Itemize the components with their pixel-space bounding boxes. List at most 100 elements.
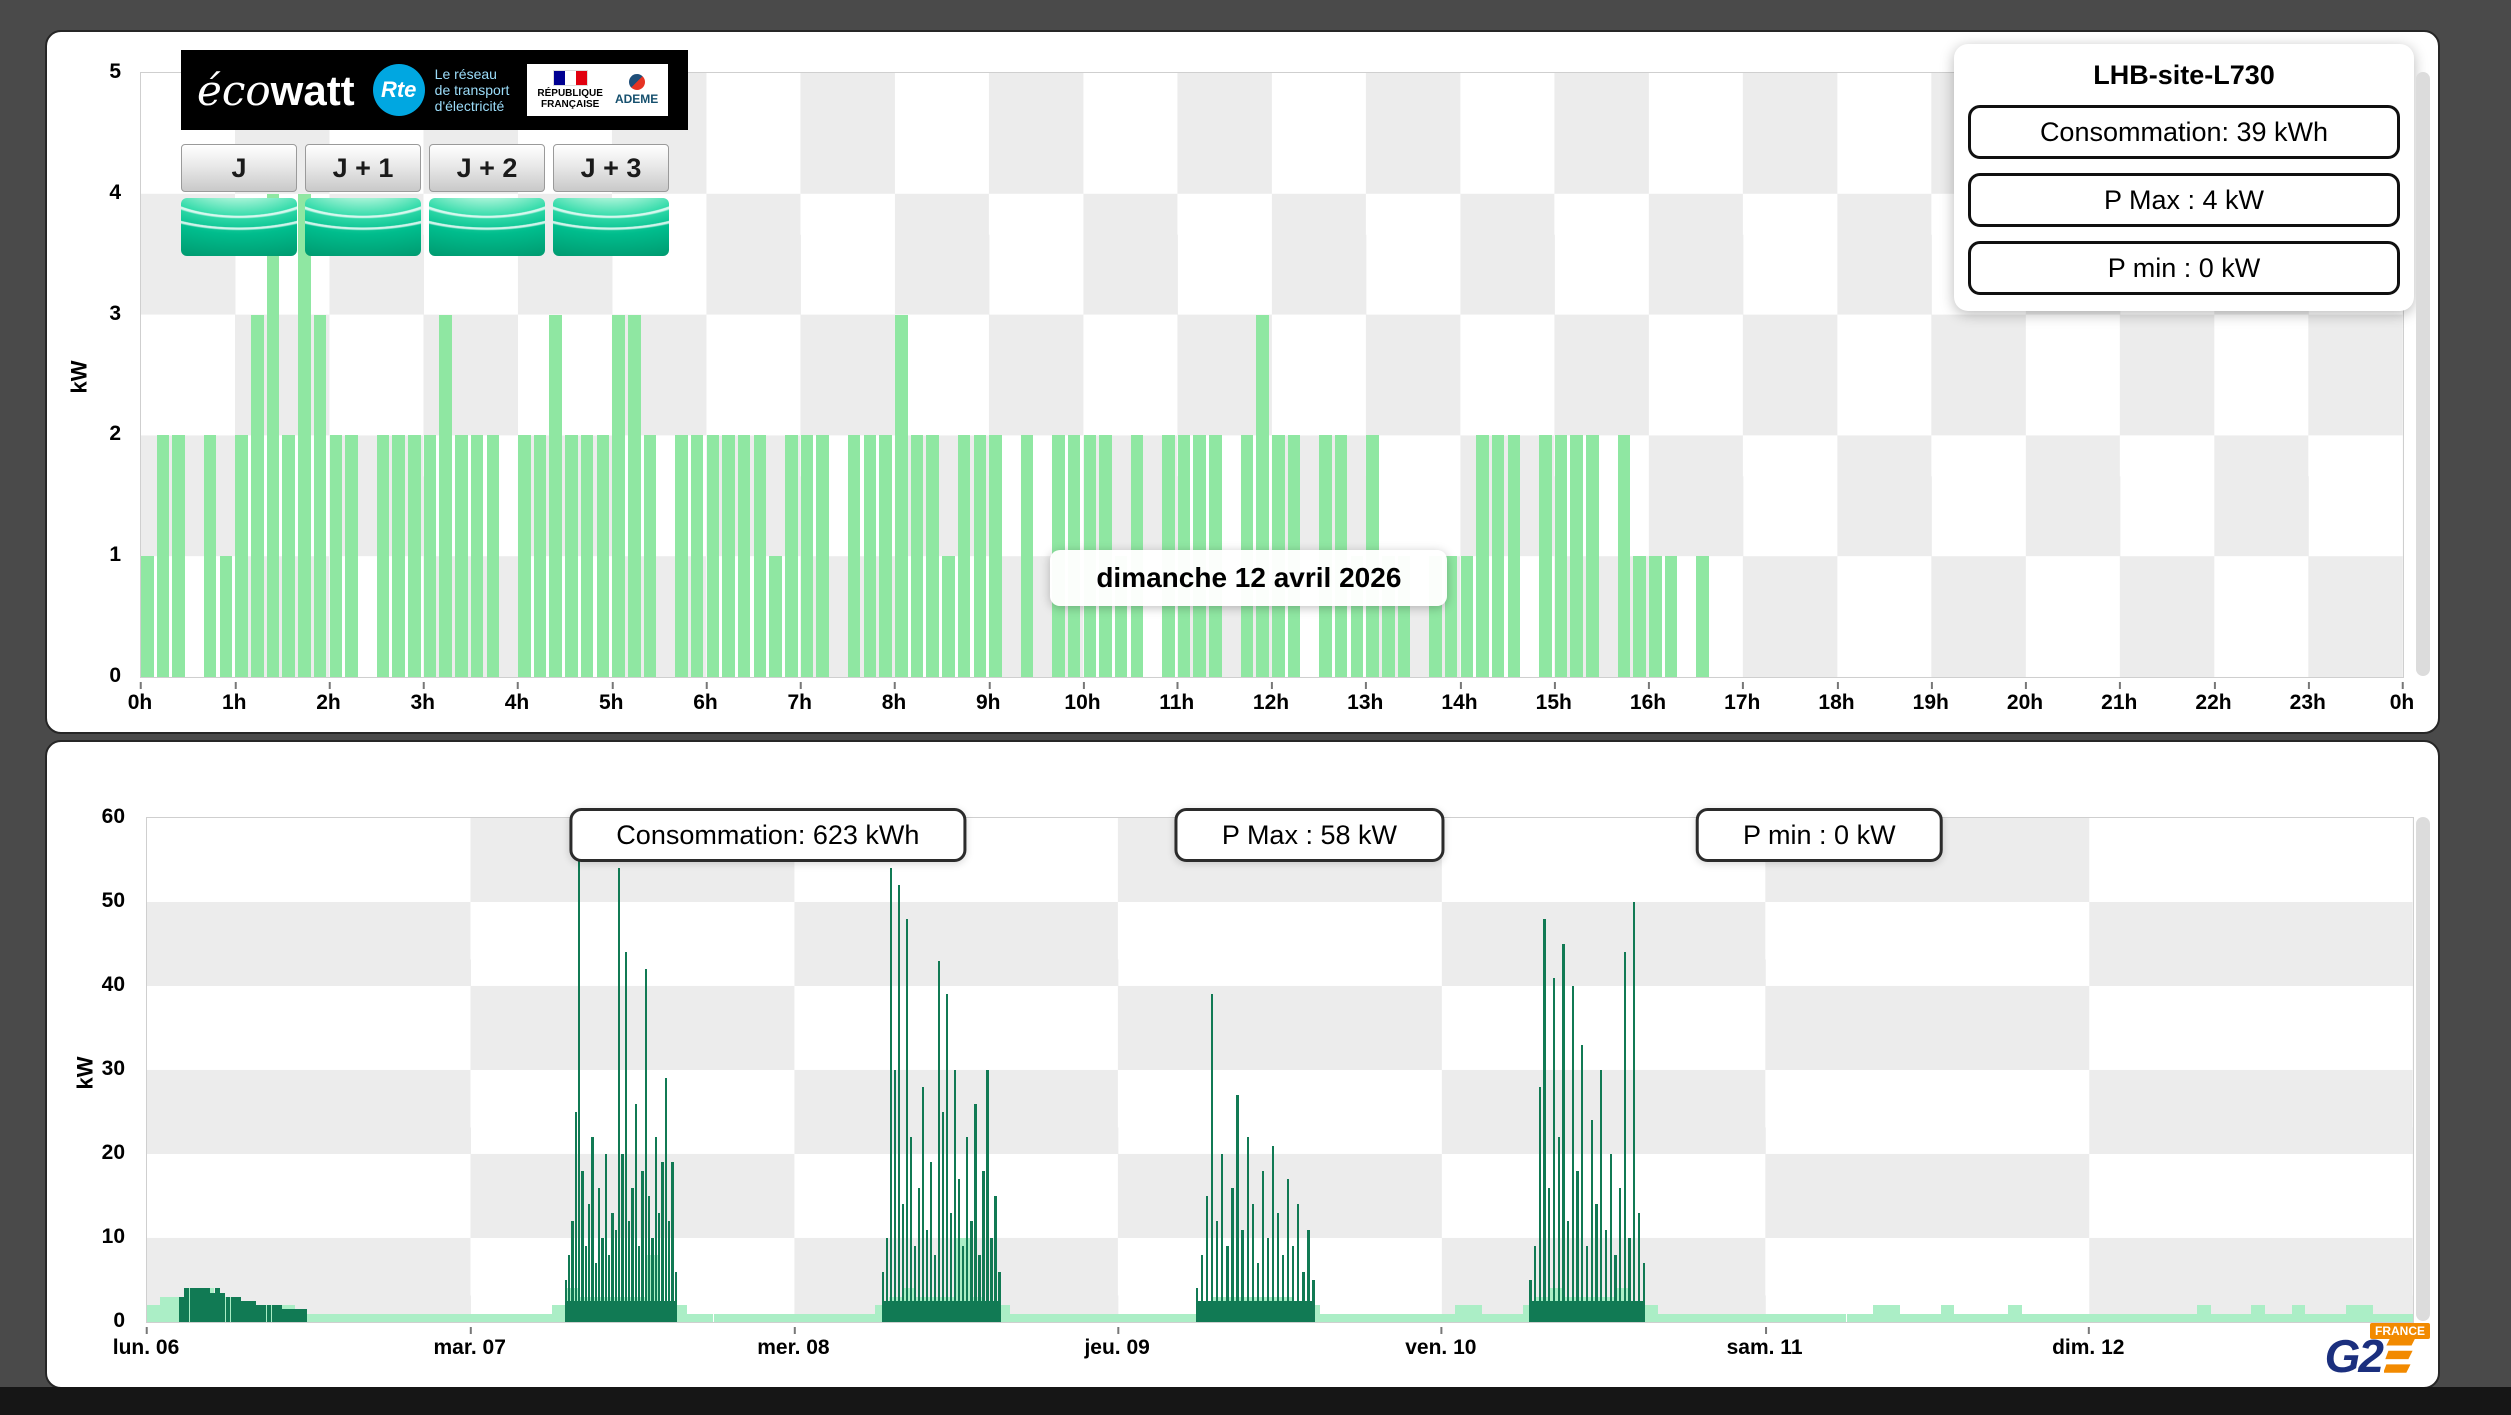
rte-logo-icon: Rte bbox=[372, 64, 425, 116]
tab-j3[interactable]: J + 3 bbox=[553, 144, 669, 256]
peak-bar bbox=[970, 1221, 973, 1322]
power-bar bbox=[713, 1313, 727, 1322]
power-bar bbox=[942, 556, 955, 677]
power-bar bbox=[1994, 1313, 2009, 1322]
ecowatt-forecast-tile-j[interactable] bbox=[181, 198, 297, 256]
power-bar bbox=[1765, 1313, 1780, 1322]
peak-bar bbox=[958, 1179, 961, 1322]
power-bar bbox=[753, 435, 767, 677]
peak-bar bbox=[594, 1263, 597, 1322]
power-bar bbox=[2075, 1313, 2090, 1322]
tab-j2-button[interactable]: J + 2 bbox=[429, 144, 545, 192]
power-bar bbox=[690, 435, 704, 677]
x-tick-label: 12h bbox=[1252, 682, 1290, 714]
power-bar bbox=[1455, 1305, 1469, 1322]
weekly-chart-plot[interactable]: Consommation: 623 kWh P Max : 58 kW P mi… bbox=[146, 808, 2414, 1323]
daily-chart-panel: kW dimanche 12 avril 2026 012345 0h 1h 2h 3… bbox=[45, 30, 2440, 734]
tab-j3-button[interactable]: J + 3 bbox=[553, 144, 669, 192]
ecowatt-forecast-tile-j2[interactable] bbox=[429, 198, 545, 256]
peak-bar bbox=[302, 1309, 308, 1322]
power-bar bbox=[1954, 1313, 1968, 1322]
power-bar bbox=[2143, 1313, 2157, 1322]
ecowatt-forecast-tile-j1[interactable] bbox=[305, 198, 421, 256]
power-bar bbox=[861, 1313, 876, 1322]
power-bar bbox=[1460, 556, 1474, 677]
x-tick-label: 23h bbox=[2289, 682, 2326, 714]
peak-bar bbox=[950, 1212, 953, 1322]
power-bar bbox=[2197, 1305, 2211, 1322]
power-bar bbox=[627, 314, 641, 677]
power-bar bbox=[1172, 1313, 1186, 1322]
power-bar bbox=[2089, 1313, 2103, 1322]
power-bar bbox=[807, 1313, 822, 1322]
peak-bar bbox=[966, 1137, 969, 1322]
power-bar bbox=[1441, 1313, 1456, 1322]
ecowatt-forecast-tile-j3[interactable] bbox=[553, 198, 669, 256]
power-bar bbox=[1539, 435, 1552, 677]
power-bar bbox=[706, 435, 720, 677]
chart-scrollbar[interactable] bbox=[2416, 817, 2430, 1321]
power-bar bbox=[1050, 1313, 1065, 1322]
power-bar bbox=[1387, 1313, 1402, 1322]
peak-bar bbox=[654, 1137, 657, 1322]
peak-bar bbox=[1216, 1221, 1219, 1322]
site-name: LHB-site-L730 bbox=[2093, 60, 2275, 90]
peak-bar bbox=[591, 1137, 594, 1322]
power-bar bbox=[349, 1313, 363, 1322]
power-bar bbox=[596, 435, 610, 677]
peak-bar bbox=[644, 969, 647, 1322]
power-bar bbox=[863, 435, 877, 677]
power-bar bbox=[533, 435, 547, 677]
republique-francaise-label: RÉPUBLIQUE FRANÇAISE bbox=[537, 88, 603, 110]
x-tick-label: 20h bbox=[2006, 682, 2044, 714]
date-tooltip: dimanche 12 avril 2026 bbox=[1050, 550, 1448, 607]
power-bar bbox=[2305, 1313, 2319, 1322]
power-bar bbox=[1657, 1313, 1672, 1322]
power-bar bbox=[1020, 435, 1034, 677]
peak-bar bbox=[1246, 1137, 1249, 1322]
peak-bar bbox=[584, 1246, 587, 1322]
power-bar bbox=[235, 435, 248, 677]
peak-bar bbox=[661, 1162, 664, 1322]
tab-j[interactable]: J bbox=[181, 144, 297, 256]
ecowatt-logo-eco: éco bbox=[197, 65, 271, 115]
power-bar bbox=[1347, 1313, 1361, 1322]
power-bar bbox=[443, 1313, 458, 1322]
y-tick-label: 0 bbox=[109, 664, 121, 687]
power-bar bbox=[643, 435, 657, 677]
power-bar bbox=[1256, 314, 1269, 677]
power-bar bbox=[147, 1305, 161, 1322]
tab-j2[interactable]: J + 2 bbox=[429, 144, 545, 256]
tab-j1[interactable]: J + 1 bbox=[305, 144, 421, 256]
tab-j1-button[interactable]: J + 1 bbox=[305, 144, 421, 192]
peak-bar bbox=[1292, 1246, 1295, 1322]
peak-bar bbox=[1590, 1120, 1593, 1322]
peak-bar bbox=[1307, 1229, 1310, 1322]
x-tick-label: 0h bbox=[2389, 682, 2415, 714]
power-bar bbox=[282, 435, 295, 677]
power-bar bbox=[1940, 1305, 1955, 1322]
peak-bar bbox=[581, 1170, 584, 1322]
peak-bar bbox=[651, 1238, 654, 1322]
chart-scrollbar[interactable] bbox=[2416, 72, 2430, 676]
power-bar bbox=[675, 435, 688, 677]
x-tick-label: mer. 08 bbox=[757, 1327, 830, 1359]
peak-bar bbox=[1200, 1254, 1204, 1322]
y-axis: 0 1 2 3 4 5 bbox=[81, 60, 133, 687]
peak-bar bbox=[1231, 1187, 1234, 1322]
peak-bar bbox=[938, 960, 941, 1322]
power-bar bbox=[376, 435, 390, 677]
power-bar bbox=[1482, 1313, 1496, 1322]
peak-bar bbox=[1557, 1137, 1560, 1322]
x-tick-label: 10h bbox=[1064, 682, 1101, 714]
power-bar bbox=[2129, 1313, 2144, 1322]
x-tick-label: 9h bbox=[975, 682, 1001, 714]
peak-bar bbox=[1642, 1263, 1645, 1322]
power-bar bbox=[2332, 1313, 2346, 1322]
power-bar bbox=[1320, 1313, 1334, 1322]
peak-bar bbox=[587, 1204, 591, 1322]
tab-j-button[interactable]: J bbox=[181, 144, 297, 192]
consumption-stat: Consommation: 623 kWh bbox=[569, 808, 967, 862]
power-bar bbox=[1644, 1305, 1658, 1322]
power-bar bbox=[1131, 1313, 1146, 1322]
